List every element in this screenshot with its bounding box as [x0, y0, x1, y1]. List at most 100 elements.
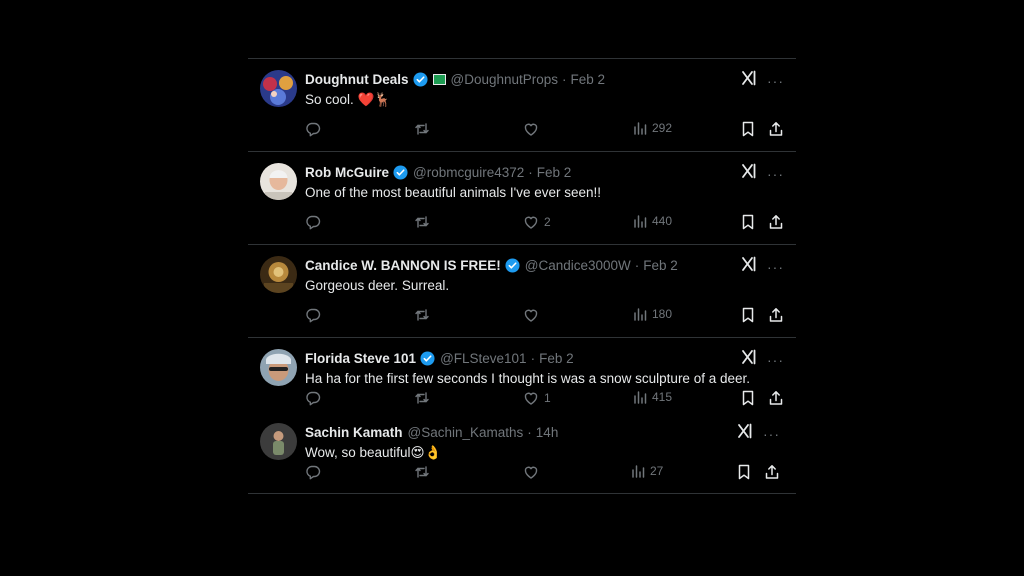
separator: ·: [527, 424, 532, 440]
timestamp[interactable]: Feb 2: [571, 72, 606, 87]
tweet-actions: 27: [305, 464, 784, 482]
more-icon[interactable]: ···: [767, 166, 784, 182]
affiliate-badge-icon[interactable]: [432, 73, 446, 85]
tweet[interactable]: Sachin Kamath @Sachin_Kamaths · 14h ··· …: [248, 412, 796, 494]
like-button[interactable]: [523, 121, 544, 137]
share-icon: [764, 464, 780, 480]
tweet-text: Gorgeous deer. Surreal.: [305, 278, 450, 293]
handle[interactable]: @robmcguire4372: [413, 165, 524, 180]
share-button[interactable]: [768, 121, 784, 137]
reply-button[interactable]: [305, 214, 326, 230]
timestamp[interactable]: Feb 2: [537, 165, 572, 180]
views-icon: [633, 121, 647, 135]
timestamp[interactable]: Feb 2: [643, 258, 678, 273]
timestamp[interactable]: 14h: [536, 425, 559, 440]
like-button[interactable]: [523, 307, 544, 323]
bookmark-button[interactable]: [741, 307, 755, 323]
like-button[interactable]: 1: [523, 390, 551, 406]
views-button[interactable]: 440: [633, 214, 672, 228]
tweet-actions: 2 440: [305, 214, 784, 232]
display-name[interactable]: Sachin Kamath: [305, 425, 403, 440]
reply-button[interactable]: [305, 464, 326, 480]
retweet-button[interactable]: [414, 121, 435, 137]
like-button[interactable]: 2: [523, 214, 551, 230]
tweet[interactable]: Candice W. BANNON IS FREE! @Candice3000W…: [248, 245, 796, 338]
bookmark-button[interactable]: [737, 464, 751, 480]
views-button[interactable]: 292: [633, 121, 672, 135]
more-icon[interactable]: ···: [767, 352, 784, 368]
reply-icon: [305, 307, 321, 323]
avatar[interactable]: [260, 70, 297, 107]
share-icon: [768, 121, 784, 137]
retweet-button[interactable]: [414, 214, 435, 230]
reply-button[interactable]: [305, 121, 326, 137]
grok-icon[interactable]: [741, 256, 757, 277]
tweet-header-actions: ···: [741, 349, 784, 370]
reply-icon: [305, 390, 321, 406]
retweet-button[interactable]: [414, 390, 435, 406]
tweet-actions: 180: [305, 307, 784, 325]
views-button[interactable]: 180: [633, 307, 672, 321]
retweet-icon: [414, 214, 430, 230]
retweet-button[interactable]: [414, 307, 435, 323]
share-button[interactable]: [768, 307, 784, 323]
views-icon: [631, 464, 645, 478]
bookmark-button[interactable]: [741, 121, 755, 137]
tweet-actions: 292: [305, 121, 784, 139]
bookmark-button[interactable]: [741, 390, 755, 406]
more-icon[interactable]: ···: [767, 73, 784, 89]
retweet-button[interactable]: [414, 464, 435, 480]
tweet-header: Florida Steve 101 @FLSteve101 · Feb 2: [305, 349, 784, 367]
display-name[interactable]: Doughnut Deals: [305, 72, 409, 87]
like-count: 1: [544, 391, 551, 405]
tweet[interactable]: Doughnut Deals @DoughnutProps · Feb 2 ··…: [248, 59, 796, 152]
display-name[interactable]: Florida Steve 101: [305, 351, 416, 366]
bookmark-icon: [741, 214, 755, 230]
share-button[interactable]: [764, 464, 780, 480]
bookmark-icon: [741, 390, 755, 406]
reply-thread: Doughnut Deals @DoughnutProps · Feb 2 ··…: [248, 58, 796, 494]
handle[interactable]: @FLSteve101: [440, 351, 527, 366]
views-icon: [633, 307, 647, 321]
handle[interactable]: @Candice3000W: [525, 258, 631, 273]
reply-button[interactable]: [305, 390, 326, 406]
share-icon: [768, 390, 784, 406]
grok-icon[interactable]: [741, 70, 757, 91]
views-count: 415: [652, 390, 673, 404]
tweet[interactable]: Rob McGuire @robmcguire4372 · Feb 2 ··· …: [248, 152, 796, 245]
like-button[interactable]: [523, 464, 544, 480]
grok-icon[interactable]: [741, 163, 757, 184]
more-icon[interactable]: ···: [767, 259, 784, 275]
tweet-text: So cool. ❤️🦌: [305, 92, 392, 107]
more-icon[interactable]: ···: [763, 426, 780, 442]
avatar[interactable]: [260, 349, 297, 386]
avatar[interactable]: [260, 256, 297, 293]
tweet-text: Ha ha for the first few seconds I though…: [305, 371, 750, 386]
handle[interactable]: @Sachin_Kamaths: [408, 425, 524, 440]
tweet[interactable]: Florida Steve 101 @FLSteve101 · Feb 2 ··…: [248, 338, 796, 412]
handle[interactable]: @DoughnutProps: [451, 72, 559, 87]
views-button[interactable]: 415: [633, 390, 672, 404]
share-button[interactable]: [768, 390, 784, 406]
avatar[interactable]: [260, 163, 297, 200]
tweet-header-actions: ···: [741, 163, 784, 184]
share-button[interactable]: [768, 214, 784, 230]
timestamp[interactable]: Feb 2: [539, 351, 574, 366]
display-name[interactable]: Candice W. BANNON IS FREE!: [305, 258, 501, 273]
like-icon: [523, 307, 539, 323]
grok-icon[interactable]: [741, 349, 757, 370]
tweet-header: Doughnut Deals @DoughnutProps · Feb 2: [305, 70, 784, 88]
views-button[interactable]: 27: [631, 464, 663, 478]
verified-badge-icon: [412, 71, 428, 87]
retweet-icon: [414, 307, 430, 323]
reply-icon: [305, 214, 321, 230]
tweet-header: Rob McGuire @robmcguire4372 · Feb 2: [305, 163, 784, 181]
reply-button[interactable]: [305, 307, 326, 323]
reply-icon: [305, 464, 321, 480]
verified-badge-icon: [505, 257, 520, 273]
avatar[interactable]: [260, 423, 297, 460]
verified-badge-icon: [420, 350, 435, 366]
display-name[interactable]: Rob McGuire: [305, 165, 389, 180]
grok-icon[interactable]: [737, 423, 753, 444]
bookmark-button[interactable]: [741, 214, 755, 230]
